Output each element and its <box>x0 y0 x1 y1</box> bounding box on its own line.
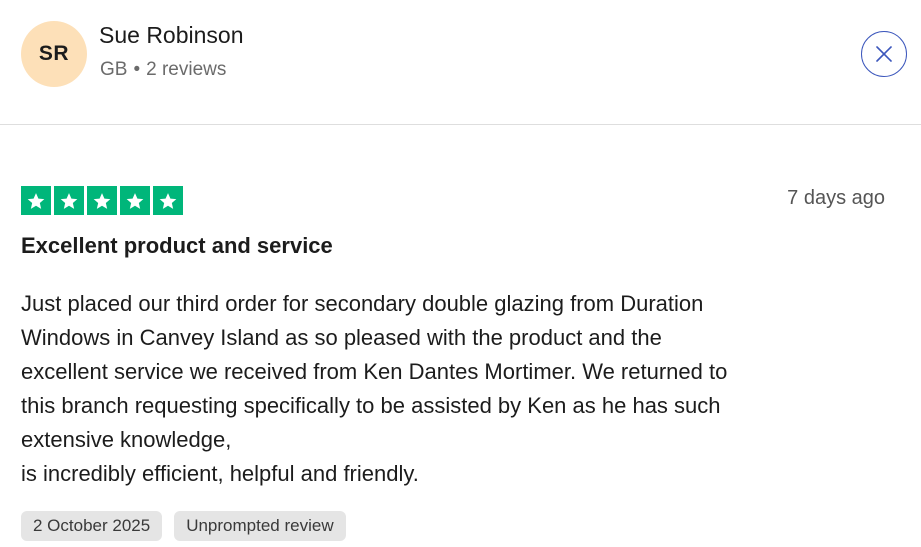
close-icon <box>876 46 892 62</box>
review-body-line: Windows in Canvey Island as so pleased w… <box>21 325 662 350</box>
reviewer-reviews-count: 2 reviews <box>146 59 227 80</box>
review-body-line: is incredibly efficient, helpful and fri… <box>21 461 419 486</box>
close-button[interactable] <box>861 31 907 77</box>
reviewer-meta: GB • 2 reviews <box>100 59 226 81</box>
review-date-tag: 2 October 2025 <box>21 511 163 541</box>
meta-separator: • <box>133 59 141 80</box>
star-icon <box>120 186 150 215</box>
review-posted-time: 7 days ago <box>787 187 885 209</box>
review-body-line: excellent service we received from Ken D… <box>21 359 728 384</box>
star-icon <box>87 186 117 215</box>
review-body-line: extensive knowledge, <box>21 427 232 452</box>
review-type-tag: Unprompted review <box>174 511 346 541</box>
review-body-line: Just placed our third order for secondar… <box>21 291 704 316</box>
review-body-line: this branch requesting specifically to b… <box>21 393 721 418</box>
star-icon <box>21 186 51 215</box>
reviewer-country: GB <box>100 59 128 80</box>
review-header: SR Sue Robinson GB • 2 reviews <box>0 0 921 125</box>
star-rating <box>21 186 183 215</box>
avatar: SR <box>21 21 87 87</box>
reviewer-name[interactable]: Sue Robinson <box>99 22 244 49</box>
review-body: Just placed our third order for secondar… <box>21 287 861 491</box>
review-title: Excellent product and service <box>21 233 333 258</box>
star-icon <box>153 186 183 215</box>
review-tags: 2 October 2025 Unprompted review <box>21 511 346 541</box>
star-icon <box>54 186 84 215</box>
